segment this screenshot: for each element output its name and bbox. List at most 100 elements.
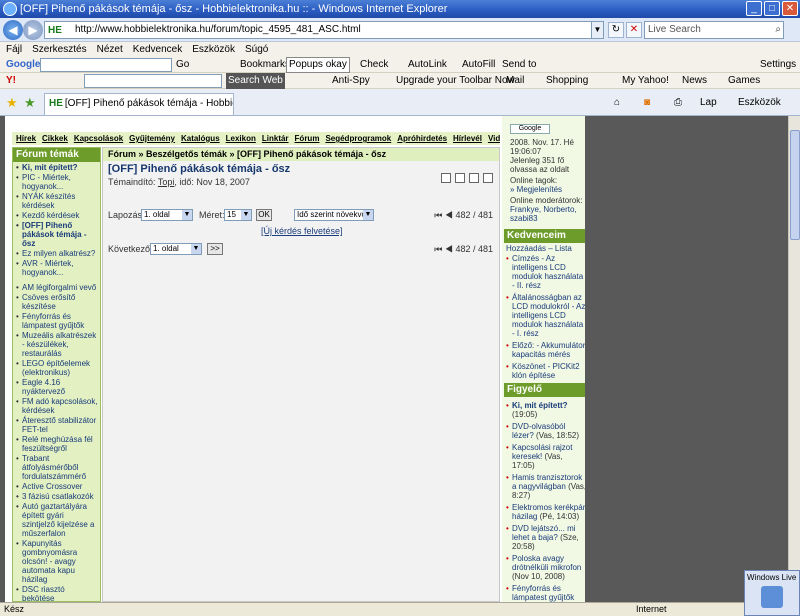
watch-item[interactable]: Hamis tranzisztorok a nagyvilágban (Vas,… <box>505 473 587 500</box>
shopping-button[interactable]: Shopping <box>546 73 588 89</box>
tools-menu[interactable]: Eszközök <box>738 97 781 108</box>
games-button[interactable]: Games <box>728 73 760 89</box>
sidebar-item[interactable]: Relé meghúzása fél feszültségről <box>15 435 98 453</box>
menu-tools[interactable]: Eszközök <box>192 42 235 57</box>
sidebar-item[interactable]: NYÁK készítés kérdések <box>15 192 98 210</box>
print-icon[interactable]: ⎙ <box>674 97 682 108</box>
next-page-select[interactable]: 1. oldal ▼ <box>150 243 202 255</box>
sidebar-item[interactable]: Muzeális alkatrészek - készülékek, resta… <box>15 331 98 358</box>
nav-segedprogramok[interactable]: Segédprogramok <box>325 132 391 145</box>
lap-menu[interactable]: Lap <box>700 97 717 108</box>
sidebar-item[interactable]: Áteresztő stabilizátor FET-tel <box>15 416 98 434</box>
ok-button[interactable]: OK <box>256 209 272 221</box>
nav-hirlevel[interactable]: Hírlevél <box>453 132 482 145</box>
maximize-button[interactable]: □ <box>764 1 780 16</box>
watch-item-title[interactable]: Kapcsolási rajzot keresek! <box>512 443 572 461</box>
upgrade-toolbar-button[interactable]: Upgrade your Toolbar Now <box>396 73 515 89</box>
sidebar-item[interactable]: [OFF] Pihenő pákások témája - ősz <box>15 221 98 248</box>
mail-button[interactable]: Mail <box>506 73 524 89</box>
sidebar-item[interactable]: Trabant átfolyásmérőből fordulatszámmérő <box>15 454 98 481</box>
sidebar-item[interactable]: Kapunyitás gombnyomásra olcsón! - avagy … <box>15 539 98 584</box>
watch-item[interactable]: Elektromos kerékpár házilag (Pé, 14:03) <box>505 503 587 521</box>
watch-item[interactable]: Kapcsolási rajzot keresek! (Vas, 17:05) <box>505 443 587 470</box>
tab-active[interactable]: HE[OFF] Pihenő pákások témája - Hobbiele… <box>44 93 234 115</box>
rss-icon[interactable]: ◙ <box>644 97 650 108</box>
home-icon[interactable]: ⌂ <box>614 97 620 108</box>
online-members-link[interactable]: » Megjelenítés <box>510 185 586 194</box>
myyahoo-button[interactable]: My Yahoo! <box>622 73 669 89</box>
menu-view[interactable]: Nézet <box>97 42 123 57</box>
back-button[interactable]: ◀ <box>3 20 23 40</box>
live-search-input[interactable]: Live Search ⌕ <box>644 21 784 39</box>
favorites-star-icon[interactable]: ★ <box>6 95 18 111</box>
menu-file[interactable]: Fájl <box>6 42 22 57</box>
favorite-item[interactable]: Általánosságban az LCD modulokról - Az i… <box>505 293 587 338</box>
nav-linktar[interactable]: Linktár <box>262 132 289 145</box>
vertical-scrollbar[interactable] <box>788 116 800 602</box>
favorites-actions[interactable]: Hozzáadás – Lista <box>506 244 572 253</box>
url-dropdown[interactable]: ▼ <box>591 22 603 38</box>
stop-icon[interactable]: ✕ <box>626 22 642 38</box>
prev-page-icon[interactable]: ◀ <box>445 244 453 254</box>
nav-katalogus[interactable]: Katalógus <box>181 132 220 145</box>
nav-forum[interactable]: Fórum <box>295 132 320 145</box>
sidebar-item[interactable]: PIC - Miértek, hogyanok... <box>15 173 98 191</box>
sidebar-item[interactable]: Ez milyen alkatrész? <box>15 249 98 258</box>
nav-hirek[interactable]: Hírek <box>16 132 36 145</box>
watch-item-title[interactable]: Poloska avagy drótnélküli mikrofon <box>512 554 581 572</box>
sidebar-item[interactable]: AVR - Miértek, hogyanok... <box>15 259 98 277</box>
windows-live-popup[interactable]: Windows Live <box>744 570 800 616</box>
watch-item[interactable]: Fényforrás és lámpatest gyűjtők (19:00) <box>505 584 587 602</box>
popups-button[interactable]: Popups okay <box>286 57 350 73</box>
help-icon[interactable] <box>455 173 465 183</box>
new-question-link[interactable]: [Új kérdés felvetése] <box>261 226 343 236</box>
print-topic-icon[interactable] <box>441 173 451 183</box>
sidebar-item[interactable]: AM légiforgalmi vevő <box>15 283 98 292</box>
first-page-icon[interactable]: ⏮ <box>434 210 442 220</box>
next-go-button[interactable]: >> <box>207 243 223 255</box>
news-button[interactable]: News <box>682 73 707 89</box>
nav-gyujtemeny[interactable]: Gyűjtemény <box>129 132 175 145</box>
sidebar-item[interactable]: Autó gaztartályára épített gyári szintje… <box>15 502 98 538</box>
first-page-icon[interactable]: ⏮ <box>434 244 442 254</box>
order-select[interactable]: Idő szerint növekvő ▼ <box>294 209 374 221</box>
google-search-input[interactable] <box>40 58 172 72</box>
sidebar-item[interactable]: DSC riasztó bekötése <box>15 585 98 601</box>
scrollbar-thumb[interactable] <box>790 130 800 240</box>
notify-icon[interactable] <box>469 173 479 183</box>
watch-item[interactable]: DVD-olvasóból lézer? (Vas, 18:52) <box>505 422 587 440</box>
sidebar-item[interactable]: FM adó kapcsolások, kérdések <box>15 397 98 415</box>
url-input[interactable]: HE http://www.hobbielektronika.hu/forum/… <box>44 21 604 39</box>
antispy-button[interactable]: Anti-Spy <box>332 73 370 89</box>
autofill-button[interactable]: AutoFill <box>462 57 495 73</box>
sidebar-item[interactable]: LEGO építőelemek (elektronikus) <box>15 359 98 377</box>
watch-item[interactable]: Poloska avagy drótnélküli mikrofon (Nov … <box>505 554 587 581</box>
breadcrumb[interactable]: Fórum » Beszélgetős témák » [OFF] Pihenő… <box>103 148 499 161</box>
menu-edit[interactable]: Szerkesztés <box>32 42 86 57</box>
search-icon[interactable]: ⌕ <box>775 22 781 38</box>
close-button[interactable]: ✕ <box>782 1 798 16</box>
sidebar-item[interactable]: Kezdő kérdések <box>15 211 98 220</box>
forward-button[interactable]: ▶ <box>23 20 43 40</box>
watch-item[interactable]: DVD lejátszó... mi lehet a baja? (Sze, 2… <box>505 524 587 551</box>
page-select[interactable]: 1. oldal ▼ <box>141 209 193 221</box>
sidebar-item[interactable]: Csöves erősítő készítése <box>15 293 98 311</box>
sidebar-item[interactable]: Fényforrás és lámpatest gyűjtők <box>15 312 98 330</box>
minimize-button[interactable]: _ <box>746 1 762 16</box>
bookmarks-button[interactable]: Bookmarks <box>240 57 290 73</box>
refresh-icon[interactable]: ↻ <box>608 22 624 38</box>
size-select[interactable]: 15 ▼ <box>224 209 252 221</box>
search-web-button[interactable]: Search Web <box>226 73 285 89</box>
google-button[interactable]: Google <box>510 124 550 134</box>
sidebar-item[interactable]: 3 fázisú csatlakozók <box>15 492 98 501</box>
menu-favorites[interactable]: Kedvencek <box>133 42 182 57</box>
prev-page-icon[interactable]: ◀ <box>445 210 453 220</box>
search-topic-icon[interactable] <box>483 173 493 183</box>
nav-video[interactable]: Videó <box>488 132 500 145</box>
favorite-item[interactable]: Címzés - Az intelligens LCD modulok hasz… <box>505 254 587 290</box>
nav-lexikon[interactable]: Lexikon <box>226 132 256 145</box>
sidebar-item[interactable]: Eagle 4.16 nyáktervező <box>15 378 98 396</box>
add-favorites-icon[interactable]: ★ <box>24 95 36 111</box>
autolink-button[interactable]: AutoLink <box>408 57 447 73</box>
nav-aprohirdetes[interactable]: Apróhirdetés <box>397 132 447 145</box>
